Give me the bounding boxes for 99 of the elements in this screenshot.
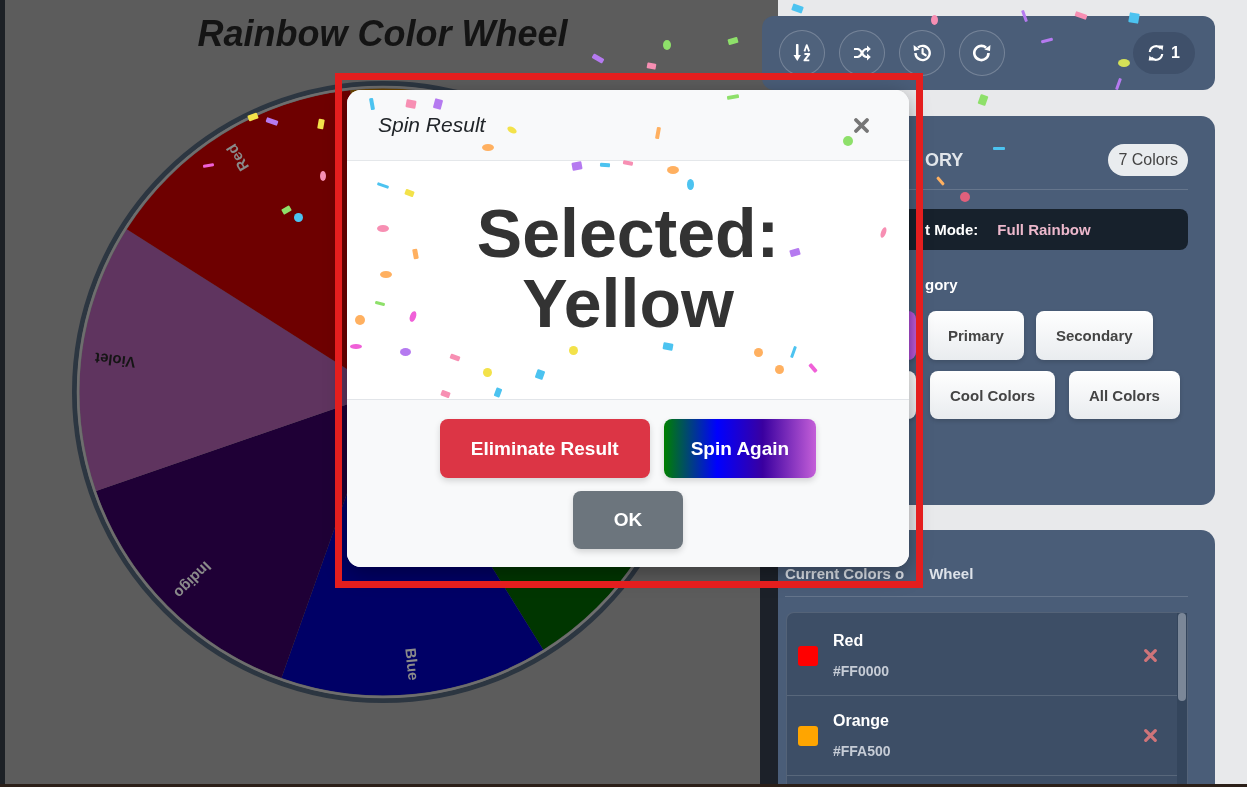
segment-label: Violet [93, 349, 136, 372]
color-hex: #FFA500 [833, 742, 891, 760]
confetti-piece [293, 212, 303, 222]
confetti-piece [439, 389, 451, 399]
category-button[interactable]: Cool Colors [930, 371, 1055, 419]
confetti-piece [280, 205, 292, 215]
section-title: Wheel [929, 567, 974, 581]
confetti-piece [622, 160, 634, 166]
confetti-piece [599, 162, 611, 168]
section-title: ORY [925, 149, 964, 171]
segment-label: Blue [401, 647, 423, 682]
confetti-piece [350, 343, 362, 349]
category-button[interactable]: All Colors [1069, 371, 1180, 419]
confetti-piece [376, 181, 390, 189]
dialog-button[interactable]: OK [572, 491, 684, 549]
confetti-piece [449, 352, 461, 362]
confetti-piece [377, 224, 389, 232]
confetti-piece [662, 341, 674, 351]
confetti-piece [405, 99, 417, 109]
confetti-piece [369, 97, 375, 111]
confetti-piece [655, 126, 661, 140]
confetti-piece [374, 300, 386, 306]
confetti-piece [506, 124, 518, 136]
confetti-piece [320, 171, 326, 181]
color-count-badge: 7 Colors [1108, 144, 1188, 176]
confetti-piece [493, 386, 503, 398]
mode-label: t Mode: [925, 220, 979, 239]
redo-button[interactable] [959, 30, 1005, 76]
confetti-piece [1118, 59, 1130, 67]
confetti-piece [482, 143, 494, 151]
shuffle-button[interactable] [839, 30, 885, 76]
remove-button[interactable] [1142, 727, 1158, 744]
dialog-button[interactable]: Spin Again [663, 419, 817, 478]
history-button[interactable] [899, 30, 945, 76]
dialog-title: Spin Result [378, 112, 486, 138]
confetti-piece [482, 367, 492, 377]
scrollbar-track[interactable] [1177, 613, 1187, 784]
shuffle-icon [853, 44, 871, 62]
confetti-piece [993, 146, 1005, 150]
close-icon [853, 117, 869, 133]
confetti-piece [667, 166, 679, 174]
confetti-piece [774, 364, 784, 374]
confetti-piece [935, 176, 945, 186]
mode-value: Full Rainbow [997, 220, 1091, 239]
confetti-piece [399, 348, 411, 356]
confetti-piece [790, 2, 804, 14]
result-heading: Selected: Yellow [476, 198, 780, 338]
confetti-piece [727, 36, 739, 46]
confetti-piece [408, 309, 418, 323]
sort-button[interactable] [779, 30, 825, 76]
remove-button[interactable] [1142, 647, 1158, 664]
confetti-piece [1040, 37, 1054, 43]
confetti-piece [753, 347, 763, 357]
spin-count: 1 [1171, 43, 1180, 63]
confetti-piece [878, 226, 888, 238]
cross-icon [1143, 729, 1157, 742]
category-button[interactable]: Secondary [1035, 311, 1153, 360]
confetti-piece [403, 188, 415, 198]
confetti-piece [247, 112, 259, 122]
confetti-piece [1128, 12, 1140, 24]
section-label: gory [924, 276, 958, 294]
confetti-piece [202, 162, 214, 168]
confetti-piece [355, 315, 365, 325]
color-name: Red [833, 631, 864, 651]
history-icon [913, 44, 931, 62]
dialog-button[interactable]: Eliminate Result [439, 419, 650, 478]
confetti-piece [265, 116, 279, 126]
confetti-piece [534, 368, 546, 380]
confetti-piece [432, 98, 444, 110]
close-button[interactable] [853, 117, 869, 133]
confetti-piece [568, 345, 578, 355]
sort-icon [793, 44, 811, 62]
sync-icon [1148, 45, 1165, 61]
color-hex: #FF0000 [833, 662, 890, 680]
confetti-piece [411, 248, 419, 260]
app-title: Rainbow Color Wheel [197, 12, 568, 56]
confetti-piece [977, 93, 989, 107]
color-name: Orange [833, 711, 889, 731]
confetti-piece [789, 247, 801, 257]
confetti-piece [646, 62, 656, 70]
confetti-piece [930, 15, 938, 25]
confetti-piece [1074, 10, 1088, 20]
confetti-piece [1114, 77, 1122, 91]
confetti-piece [726, 94, 740, 100]
confetti-piece [663, 40, 671, 50]
cross-icon [1143, 649, 1157, 662]
category-button[interactable]: Primary [928, 311, 1024, 360]
confetti-piece [317, 118, 325, 130]
confetti-piece [380, 270, 392, 278]
scrollbar-thumb[interactable] [1178, 613, 1186, 701]
confetti-piece [843, 136, 853, 146]
confetti-piece [1020, 9, 1028, 23]
confetti-piece [960, 192, 970, 202]
confetti-piece [591, 52, 605, 64]
confetti-piece [686, 178, 694, 190]
section-title: Current Colors o [785, 567, 905, 581]
redo-icon [973, 44, 991, 62]
confetti-piece [571, 161, 583, 171]
confetti-piece [789, 345, 797, 359]
